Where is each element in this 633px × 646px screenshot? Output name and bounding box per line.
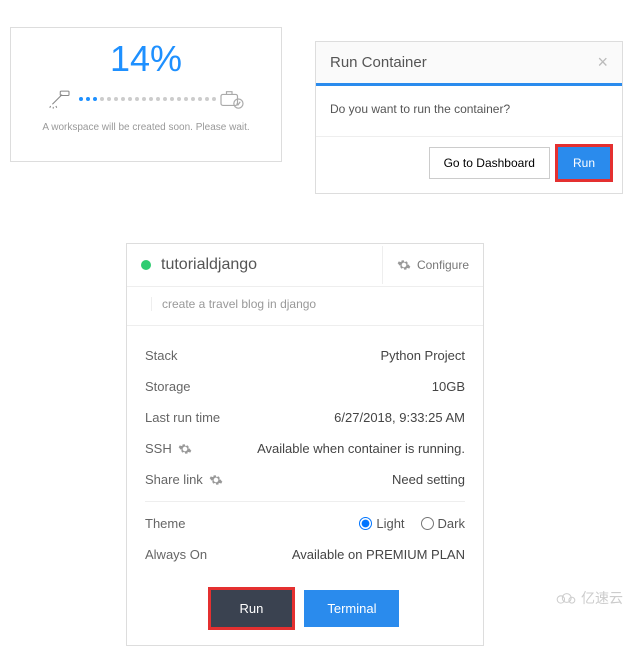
row-theme: Theme Light Dark	[145, 508, 465, 539]
modal-body: Do you want to run the container?	[316, 86, 622, 136]
hammer-icon	[48, 88, 76, 110]
label-ssh-text: SSH	[145, 441, 172, 456]
divider	[145, 501, 465, 502]
briefcase-check-icon	[219, 88, 245, 110]
panel-run-button[interactable]: Run	[211, 590, 293, 627]
label-theme: Theme	[145, 516, 185, 531]
workspace-name: tutorialdjango	[161, 256, 257, 274]
go-to-dashboard-button[interactable]: Go to Dashboard	[429, 147, 550, 179]
value-ssh: Available when container is running.	[257, 441, 465, 456]
theme-radio-group: Light Dark	[359, 516, 465, 531]
radio-dark[interactable]	[421, 517, 434, 530]
progress-track	[11, 88, 281, 110]
workspace-panel: tutorialdjango Configure create a travel…	[126, 243, 484, 646]
label-share-link: Share link	[145, 472, 223, 487]
gear-icon[interactable]	[209, 473, 223, 487]
radio-light-label: Light	[376, 516, 404, 531]
close-icon[interactable]: ×	[597, 52, 608, 73]
row-share-link: Share link Need setting	[145, 464, 465, 495]
row-ssh: SSH Available when container is running.	[145, 433, 465, 464]
modal-footer: Go to Dashboard Run	[316, 136, 622, 193]
terminal-button[interactable]: Terminal	[304, 590, 399, 627]
value-always-on: Available on PREMIUM PLAN	[292, 547, 465, 562]
watermark: 亿速云	[555, 588, 623, 608]
value-stack: Python Project	[380, 348, 465, 363]
panel-actions: Run Terminal	[127, 576, 483, 645]
label-always-on: Always On	[145, 547, 207, 562]
row-stack: Stack Python Project	[145, 340, 465, 371]
run-container-modal: Run Container × Do you want to run the c…	[315, 41, 623, 194]
row-last-run: Last run time 6/27/2018, 9:33:25 AM	[145, 402, 465, 433]
value-storage: 10GB	[432, 379, 465, 394]
status-dot-icon	[141, 260, 151, 270]
label-ssh: SSH	[145, 441, 192, 456]
gear-icon	[397, 258, 411, 272]
cloud-icon	[555, 591, 577, 605]
watermark-text: 亿速云	[581, 588, 623, 608]
theme-dark-option[interactable]: Dark	[421, 516, 465, 531]
value-share-link: Need setting	[392, 472, 465, 487]
label-last-run: Last run time	[145, 410, 220, 425]
radio-light[interactable]	[359, 517, 372, 530]
progress-message: A workspace will be created soon. Please…	[11, 122, 281, 133]
gear-icon[interactable]	[178, 442, 192, 456]
configure-button[interactable]: Configure	[382, 246, 483, 284]
theme-light-option[interactable]: Light	[359, 516, 404, 531]
panel-header: tutorialdjango Configure	[127, 244, 483, 287]
modal-title: Run Container	[330, 54, 427, 71]
workspace-description: create a travel blog in django	[127, 287, 483, 326]
row-storage: Storage 10GB	[145, 371, 465, 402]
label-stack: Stack	[145, 348, 178, 363]
panel-title-wrap: tutorialdjango	[127, 244, 382, 286]
label-share-text: Share link	[145, 472, 203, 487]
modal-header: Run Container ×	[316, 42, 622, 86]
label-storage: Storage	[145, 379, 191, 394]
progress-percent: 14%	[11, 38, 281, 80]
workspace-progress-card: 14% A workspace will be created soon. Pl…	[10, 27, 282, 162]
workspace-description-text: create a travel blog in django	[151, 297, 459, 311]
radio-dark-label: Dark	[438, 516, 465, 531]
workspace-details: Stack Python Project Storage 10GB Last r…	[127, 326, 483, 576]
value-last-run: 6/27/2018, 9:33:25 AM	[334, 410, 465, 425]
row-always-on: Always On Available on PREMIUM PLAN	[145, 539, 465, 570]
run-button[interactable]: Run	[558, 147, 610, 179]
configure-label: Configure	[417, 258, 469, 272]
